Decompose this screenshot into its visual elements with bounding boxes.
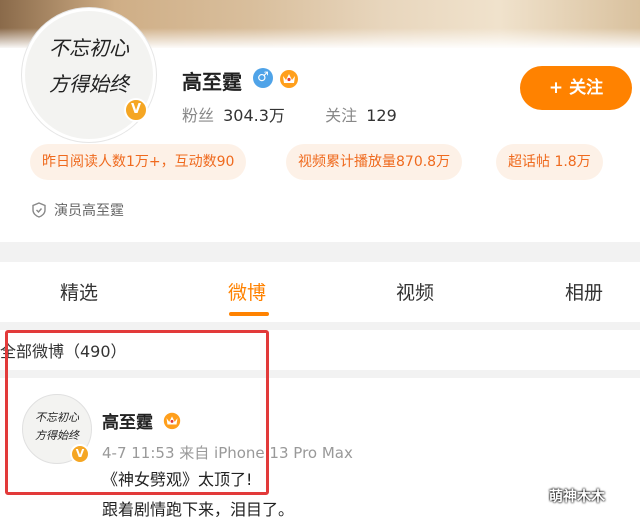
stat-pill-super-topic[interactable]: 超话帖 1.8万 [496,144,603,180]
tab-video[interactable]: 视频 [396,278,434,305]
post-text-line-2: 跟着剧情跑下来，泪目了。 [102,500,295,519]
watermark: 萌神木木 [549,489,605,505]
avatar-calligraphy-line-1: 不忘初心 [49,36,130,60]
fans-label[interactable]: 粉丝 [182,106,214,125]
male-gender-icon: ♂ [253,68,273,88]
following-label[interactable]: 关注 [325,106,357,125]
profile-stats: 粉丝 304.3万 关注 129 [182,102,401,126]
stat-pill-reading[interactable]: 昨日阅读人数1万+，互动数90 [30,144,247,180]
tabs-divider [0,322,640,330]
active-tab-indicator [229,312,269,316]
highlight-annotation-box [5,330,269,495]
fans-count[interactable]: 304.3万 [223,106,285,125]
tab-featured[interactable]: 精选 [60,278,98,305]
section-divider [0,242,640,262]
occupation-row: 演员高至霆 [32,200,124,220]
verified-badge-icon: V [124,98,148,122]
shield-icon [32,202,46,218]
avatar-calligraphy-line-2: 方得始终 [49,72,131,96]
following-count[interactable]: 129 [366,106,397,125]
tab-weibo[interactable]: 微博 [228,278,266,305]
stat-pill-video-plays[interactable]: 视频累计播放量870.8万 [286,144,463,180]
occupation-text: 演员高至霆 [54,203,124,219]
profile-name: 高至霆 [182,70,242,94]
tab-album[interactable]: 相册 [565,278,603,305]
vip-crown-icon[interactable] [278,67,300,89]
follow-button[interactable]: + 关注 [520,66,632,110]
